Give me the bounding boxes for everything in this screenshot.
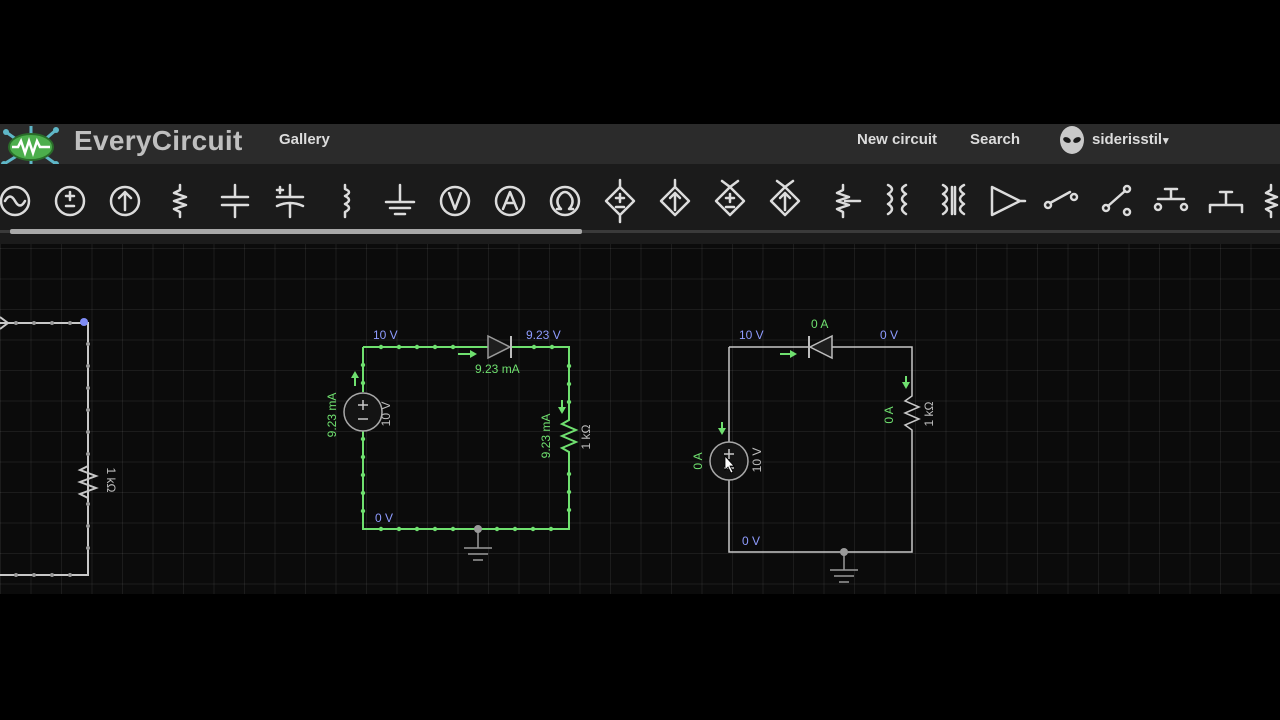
app-title[interactable]: EveryCircuit (74, 124, 243, 158)
left-resistor-label: 1 kΩ (104, 468, 118, 493)
nav-search-link[interactable]: Search (970, 131, 1020, 148)
component-toolbar (0, 178, 1279, 224)
more-components-icon[interactable] (1264, 183, 1279, 219)
nav-new-circuit-link[interactable]: New circuit (857, 131, 937, 148)
dc-source-icon[interactable] (54, 185, 86, 217)
middle-ground[interactable] (464, 525, 492, 561)
middle-resistor[interactable] (559, 416, 579, 456)
potentiometer-icon[interactable] (835, 183, 862, 219)
op-amp-icon[interactable] (990, 185, 1027, 217)
middle-source-current: 9.23 mA (325, 393, 339, 438)
right-top-left-voltage: 10 V (739, 328, 764, 342)
right-circuit[interactable]: 10 V 0 A 0 V 0 V 0 A 1 kΩ 0 A 10 V (691, 317, 936, 583)
capacitor-icon[interactable] (220, 183, 250, 219)
middle-top-left-voltage: 10 V (373, 328, 398, 342)
middle-resistor-current: 9.23 mA (539, 414, 553, 459)
middle-source-value: 10 V (379, 402, 393, 427)
middle-diode[interactable] (487, 334, 512, 360)
cccs-icon[interactable] (769, 179, 801, 217)
voltmeter-icon[interactable] (439, 185, 471, 217)
middle-dc-source[interactable] (343, 392, 383, 432)
middle-diode-current: 9.23 mA (475, 362, 520, 376)
resistor-icon[interactable] (172, 183, 188, 219)
right-bottom-voltage: 0 V (742, 534, 760, 548)
coupled-inductor-icon[interactable] (941, 183, 966, 216)
transformer-icon[interactable] (886, 183, 908, 216)
spdt-switch-icon[interactable] (1101, 184, 1132, 217)
right-resistor-value: 1 kΩ (922, 401, 936, 426)
right-ground[interactable] (830, 548, 858, 583)
toolbar-scroll-thumb[interactable] (10, 229, 582, 234)
ammeter-icon[interactable] (494, 185, 526, 217)
left-circuit[interactable]: 1 kΩ (0, 316, 118, 577)
ohmmeter-icon[interactable] (549, 185, 581, 217)
push-button-icon[interactable] (1153, 187, 1189, 212)
chevron-down-icon: ▾ (1163, 135, 1169, 147)
spst-switch-icon[interactable] (1043, 190, 1079, 210)
nav-gallery-link[interactable]: Gallery (279, 131, 330, 148)
vccs-icon[interactable] (659, 178, 691, 217)
right-top-right-voltage: 0 V (880, 328, 898, 342)
inductor-icon[interactable] (343, 183, 351, 219)
vcvs-icon[interactable] (604, 178, 636, 224)
right-diode[interactable] (808, 334, 833, 360)
ccvs-icon[interactable] (714, 179, 746, 217)
alien-avatar-icon[interactable] (1057, 126, 1087, 156)
right-resistor[interactable] (903, 392, 921, 434)
middle-circuit[interactable]: 10 V 9.23 V 9.23 mA 0 V 9.23 mA 10 V 9.2… (325, 328, 593, 561)
middle-top-right-voltage: 9.23 V (526, 328, 561, 342)
current-source-icon[interactable] (109, 185, 141, 217)
ground-icon[interactable] (384, 183, 416, 216)
middle-bottom-voltage: 0 V (375, 511, 393, 525)
ac-source-icon[interactable] (0, 185, 31, 217)
right-source-value: 10 V (750, 448, 764, 473)
push-button-closed-icon[interactable] (1208, 190, 1244, 214)
user-menu[interactable]: siderisstil▾ (1092, 131, 1169, 148)
schematic-layer: 1 kΩ 10 V 9.23 V 9.23 mA 0 V 9.23 mA 10 … (0, 316, 936, 583)
right-diode-current: 0 A (811, 317, 828, 331)
right-resistor-current: 0 A (882, 406, 896, 423)
user-name: siderisstil (1092, 131, 1163, 148)
middle-resistor-value: 1 kΩ (579, 424, 593, 449)
right-source-current: 0 A (691, 452, 705, 469)
selected-node-handle[interactable] (80, 318, 88, 326)
polarized-capacitor-icon[interactable] (275, 183, 305, 219)
